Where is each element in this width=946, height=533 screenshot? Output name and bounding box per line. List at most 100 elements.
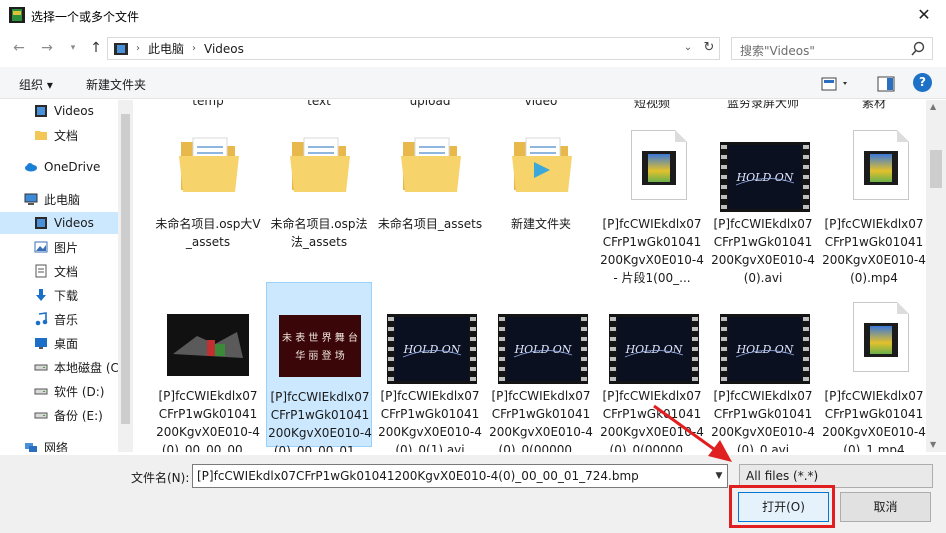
file-list: temp text upload video 短视频 蓝穷录屏大师 素材 未命名项目.osp大… xyxy=(133,100,926,452)
video-file-icon: HOLD ON xyxy=(720,142,810,212)
window-title: 选择一个或多个文件 xyxy=(31,10,140,24)
video-folder-icon xyxy=(35,217,47,229)
sidebar-item-label: 桌面 xyxy=(54,336,79,351)
sidebar-item-label: 软件 (D:) xyxy=(54,384,105,399)
sidebar-item[interactable]: 本地磁盘 (C xyxy=(0,356,118,378)
media-file-icon xyxy=(631,130,687,200)
file-tile[interactable]: [P]fcCWIEkdlx07CFrP1wGk01041200KgvX0E010… xyxy=(155,282,261,452)
address-dropdown-icon[interactable]: ⌄ xyxy=(680,38,696,58)
search-box[interactable]: 搜索"Videos" xyxy=(731,37,933,60)
scroll-up-icon[interactable]: ▲ xyxy=(930,102,936,111)
sidebar-item[interactable]: 下载 xyxy=(0,284,118,306)
organize-menu[interactable]: 组织 ▾ xyxy=(19,76,53,93)
forward-arrow-icon[interactable]: → xyxy=(36,38,58,58)
file-name: [P]fcCWIEkdlx07CFrP1wGk01041200KgvX0E010… xyxy=(600,389,704,452)
back-arrow-icon[interactable]: ← xyxy=(8,38,30,58)
file-tile[interactable]: HOLD ON [P]fcCWIEkdlx07CFrP1wGk01041200Kg… xyxy=(710,110,816,285)
file-tile[interactable]: [P]fcCWIEkdlx07CFrP1wGk01041200KgvX0E010… xyxy=(821,110,926,285)
network-icon xyxy=(25,443,37,452)
file-tile[interactable]: HOLD ON [P]fcCWIEkdlx07CFrP1wGk01041200Kg… xyxy=(488,282,594,452)
item-label-partial[interactable]: upload xyxy=(377,100,483,108)
file-tile[interactable]: HOLD ON [P]fcCWIEkdlx07CFrP1wGk01041200Kg… xyxy=(599,282,705,452)
sidebar-item[interactable]: 文档 xyxy=(0,260,118,282)
sidebar-scroll-thumb[interactable] xyxy=(121,114,130,424)
desktop-icon xyxy=(35,338,47,349)
annotation-highlight-box xyxy=(729,485,835,528)
sidebar-item[interactable]: 软件 (D:) xyxy=(0,380,118,402)
file-tile[interactable]: HOLD ON [P]fcCWIEkdlx07CFrP1wGk01041200Kg… xyxy=(377,282,483,452)
scroll-down-icon[interactable]: ▼ xyxy=(930,440,936,449)
svg-text:华 丽 登 场: 华 丽 登 场 xyxy=(295,349,345,362)
folder-icon xyxy=(401,137,461,192)
file-name: [P]fcCWIEkdlx07CFrP1wGk01041200KgvX0E010… xyxy=(378,389,482,452)
item-label-partial[interactable]: text xyxy=(266,100,372,108)
file-name: [P]fcCWIEkdlx07CFrP1wGk01041200KgvX0E010… xyxy=(156,389,260,452)
file-tile[interactable]: 未命名项目.osp大V_assets xyxy=(155,110,261,275)
sidebar-item-label: OneDrive xyxy=(44,160,101,174)
preview-pane-icon[interactable] xyxy=(877,76,895,92)
filename-input[interactable]: [P]fcCWIEkdlx07CFrP1wGk01041200KgvX0E010… xyxy=(192,464,728,488)
file-name: [P]fcCWIEkdlx07CFrP1wGk01041200KgvX0E010… xyxy=(711,217,815,285)
up-arrow-icon[interactable]: ↑ xyxy=(85,38,107,58)
file-name: [P]fcCWIEkdlx07CFrP1wGk01041200KgvX0E010… xyxy=(600,217,704,285)
sidebar-item[interactable]: Videos xyxy=(0,212,118,234)
file-name: [P]fcCWIEkdlx07CFrP1wGk01041200KgvX0E010… xyxy=(822,217,926,285)
item-label-partial[interactable]: video xyxy=(488,100,594,108)
cloud-icon xyxy=(25,163,37,172)
sidebar-item[interactable]: 文档 xyxy=(0,124,118,146)
file-name: [P]fcCWIEkdlx07CFrP1wGk01041200KgvX0E010… xyxy=(711,389,815,452)
cancel-button[interactable]: 取消 xyxy=(840,492,931,522)
sidebar-item-label: 此电脑 xyxy=(44,192,81,207)
video-file-icon: HOLD ON xyxy=(387,314,477,384)
filename-value: [P]fcCWIEkdlx07CFrP1wGk01041200KgvX0E010… xyxy=(197,469,639,483)
computer-icon xyxy=(24,193,38,205)
recent-dropdown-icon[interactable]: ▾ xyxy=(62,38,84,58)
pictures-icon xyxy=(34,241,48,253)
sidebar-item[interactable]: 音乐 xyxy=(0,308,118,330)
music-icon xyxy=(35,312,48,326)
file-tile[interactable]: 未命名项目_assets xyxy=(377,110,483,275)
refresh-icon[interactable]: ↻ xyxy=(700,38,718,58)
sidebar-item[interactable]: 此电脑 xyxy=(0,188,118,210)
file-tile[interactable]: [P]fcCWIEkdlx07CFrP1wGk01041200KgvX0E010… xyxy=(821,282,926,452)
navigation-pane: Videos 文档 OneDrive 此电脑 Videos 图片 文档 下载 音乐 桌面 本地磁盘 … xyxy=(0,100,118,452)
new-folder-button[interactable]: 新建文件夹 xyxy=(86,76,146,93)
image-thumbnail: 未 表 世 界 舞 台华 丽 登 场 xyxy=(279,315,361,377)
folder-icon xyxy=(179,137,239,192)
file-tile[interactable]: 未命名项目.osp法法_assets xyxy=(266,110,372,275)
sidebar-item-label: Videos xyxy=(54,216,94,230)
file-tile[interactable]: HOLD ON [P]fcCWIEkdlx07CFrP1wGk01041200Kg… xyxy=(710,282,816,452)
sidebar-item[interactable]: 备份 (E:) xyxy=(0,404,118,426)
file-type-value: All files (*.*) xyxy=(746,469,819,483)
breadcrumb-this-pc[interactable]: 此电脑 xyxy=(148,40,184,57)
item-label-partial[interactable]: temp xyxy=(155,100,261,108)
content-scroll-thumb[interactable] xyxy=(930,150,942,188)
image-thumbnail xyxy=(167,314,249,376)
drive-icon xyxy=(34,388,48,395)
media-file-icon xyxy=(853,130,909,200)
drive-icon xyxy=(34,364,48,371)
breadcrumb-videos[interactable]: Videos xyxy=(204,42,244,56)
sidebar-item-label: Videos xyxy=(54,104,94,118)
sidebar-item[interactable]: 桌面 xyxy=(0,332,118,354)
file-name: 新建文件夹 xyxy=(510,217,571,231)
video-file-icon: HOLD ON xyxy=(609,314,699,384)
file-tile[interactable]: [P]fcCWIEkdlx07CFrP1wGk01041200KgvX0E010… xyxy=(599,110,705,285)
video-folder-icon xyxy=(35,105,47,117)
sidebar-item[interactable]: 网络 xyxy=(0,436,118,452)
sidebar-item-label: 文档 xyxy=(54,264,79,279)
address-bar[interactable]: › 此电脑 › Videos xyxy=(107,37,720,60)
app-film-icon xyxy=(9,7,25,23)
sidebar-item[interactable]: Videos xyxy=(0,100,118,122)
file-tile[interactable]: 新建文件夹 xyxy=(488,110,594,275)
file-tile[interactable]: 未 表 世 界 舞 台华 丽 登 场 [P]fcCWIEkdlx07CFrP1wG… xyxy=(266,282,372,452)
sidebar-item-label: 音乐 xyxy=(54,312,79,327)
close-button[interactable]: ✕ xyxy=(906,2,942,28)
video-file-icon: HOLD ON xyxy=(720,314,810,384)
help-icon[interactable]: ? xyxy=(913,73,932,92)
view-options-icon[interactable] xyxy=(821,76,851,92)
sidebar-item[interactable]: 图片 xyxy=(0,236,118,258)
filename-dropdown-icon[interactable]: ▼ xyxy=(712,465,726,487)
file-name: 未命名项目.osp法法_assets xyxy=(270,217,368,249)
sidebar-item[interactable]: OneDrive xyxy=(0,156,118,178)
